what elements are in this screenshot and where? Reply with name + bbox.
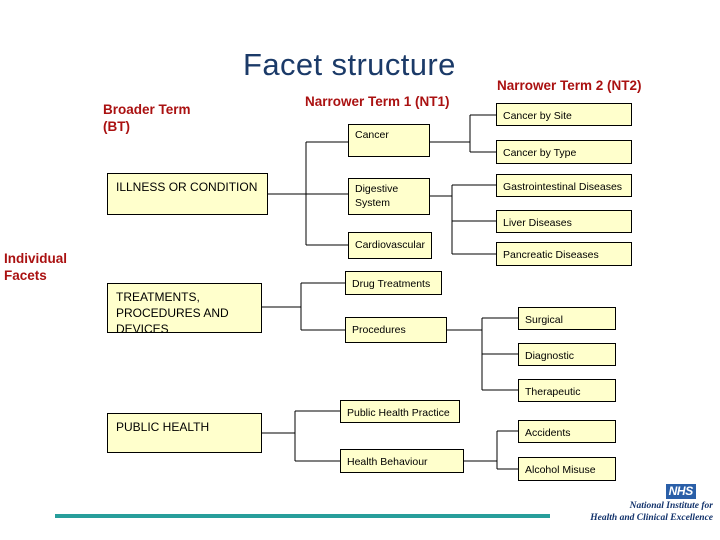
column-header-bt-line1: Broader Term: [103, 102, 191, 117]
node-procedures[interactable]: Procedures: [345, 317, 447, 343]
logo-line2: Health and Clinical Excellence: [590, 513, 713, 523]
node-treatments-line2: PROCEDURES AND: [116, 306, 229, 320]
node-digestive-line1: Digestive: [355, 183, 399, 195]
node-treatments-procedures-devices[interactable]: TREATMENTS, PROCEDURES AND DEVICES: [107, 283, 262, 333]
node-gastrointestinal-diseases[interactable]: Gastrointestinal Diseases: [496, 174, 632, 197]
node-pancreatic-diseases[interactable]: Pancreatic Diseases: [496, 242, 632, 266]
label-individual-facets-line2: Facets: [4, 268, 47, 283]
slide-canvas: Facet structure Broader Term (BT) Narrow…: [0, 0, 720, 540]
node-drug-treatments[interactable]: Drug Treatments: [345, 271, 442, 295]
nhs-badge: NHS: [665, 484, 696, 499]
column-header-narrower-term-2: Narrower Term 2 (NT2): [497, 78, 642, 93]
node-cancer[interactable]: Cancer: [348, 124, 430, 157]
footer-divider-rule: [55, 514, 550, 518]
node-digestive-system[interactable]: Digestive System: [348, 178, 430, 215]
label-individual-facets: Individual Facets: [4, 250, 67, 284]
node-treatments-line3: DEVICES: [116, 322, 169, 333]
node-accidents[interactable]: Accidents: [518, 420, 616, 443]
column-header-broader-term: Broader Term (BT): [103, 101, 191, 135]
node-digestive-line2: System: [355, 196, 391, 209]
column-header-bt-line2: (BT): [103, 119, 130, 134]
node-cancer-by-type[interactable]: Cancer by Type: [496, 140, 632, 164]
logo-line1: National Institute for: [629, 501, 713, 511]
column-header-narrower-term-1: Narrower Term 1 (NT1): [305, 94, 450, 109]
node-public-health-practice[interactable]: Public Health Practice: [340, 400, 460, 423]
node-liver-diseases[interactable]: Liver Diseases: [496, 210, 632, 233]
node-diagnostic[interactable]: Diagnostic: [518, 343, 616, 366]
nhs-nice-logo: NHS National Institute for Health and Cl…: [573, 482, 713, 530]
node-treatments-line1: TREATMENTS,: [116, 290, 200, 304]
label-individual-facets-line1: Individual: [4, 251, 68, 266]
node-therapeutic[interactable]: Therapeutic: [518, 379, 616, 402]
node-health-behaviour[interactable]: Health Behaviour: [340, 449, 464, 473]
page-title: Facet structure: [243, 47, 456, 82]
node-public-health[interactable]: PUBLIC HEALTH: [107, 413, 262, 453]
node-alcohol-misuse[interactable]: Alcohol Misuse: [518, 457, 616, 481]
node-cardiovascular[interactable]: Cardiovascular: [348, 232, 432, 259]
node-surgical[interactable]: Surgical: [518, 307, 616, 330]
node-illness-or-condition[interactable]: ILLNESS OR CONDITION: [107, 173, 268, 215]
node-cancer-by-site[interactable]: Cancer by Site: [496, 103, 632, 126]
